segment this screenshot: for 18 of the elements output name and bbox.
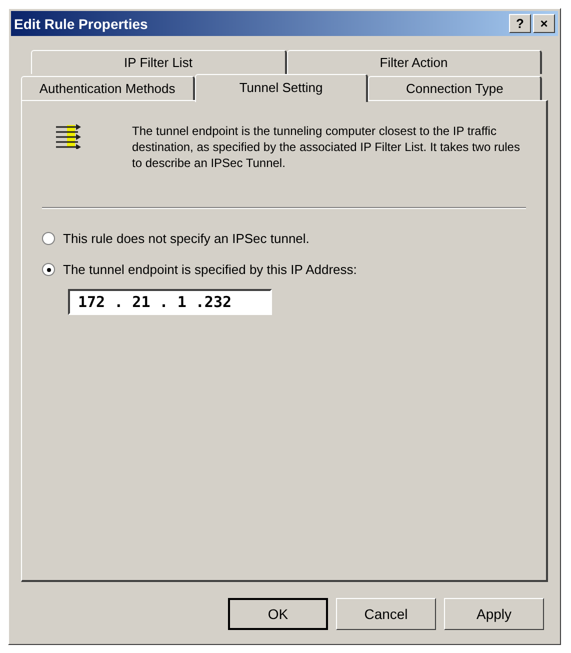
tunnel-icon: [54, 123, 82, 149]
close-button[interactable]: ×: [533, 14, 555, 33]
description-text: The tunnel endpoint is the tunneling computer closest to the IP traffic destination, as specified by the associated IP Filter List. It takes two rules to describe an IPSec Tunnel.: [132, 123, 521, 171]
radio-label: This rule does not specify an IPSec tunnel.: [63, 231, 310, 246]
help-button[interactable]: ?: [509, 14, 531, 33]
ip-address-field[interactable]: 172 . 21 . 1 .232: [68, 289, 272, 315]
tab[interactable]: Tunnel Setting: [194, 74, 368, 102]
tab[interactable]: Authentication Methods: [21, 76, 195, 100]
tab[interactable]: IP Filter List: [31, 50, 286, 74]
dialog-button[interactable]: OK: [228, 598, 328, 630]
radio-button[interactable]: [42, 232, 55, 245]
dialog-button[interactable]: Apply: [444, 598, 544, 630]
window-title: Edit Rule Properties: [14, 16, 148, 32]
radio-label: The tunnel endpoint is specified by this IP Address:: [63, 262, 357, 277]
tab[interactable]: Connection Type: [368, 76, 542, 100]
dialog-button[interactable]: Cancel: [336, 598, 436, 630]
radio-button[interactable]: [42, 263, 55, 276]
tab[interactable]: Filter Action: [286, 50, 542, 74]
